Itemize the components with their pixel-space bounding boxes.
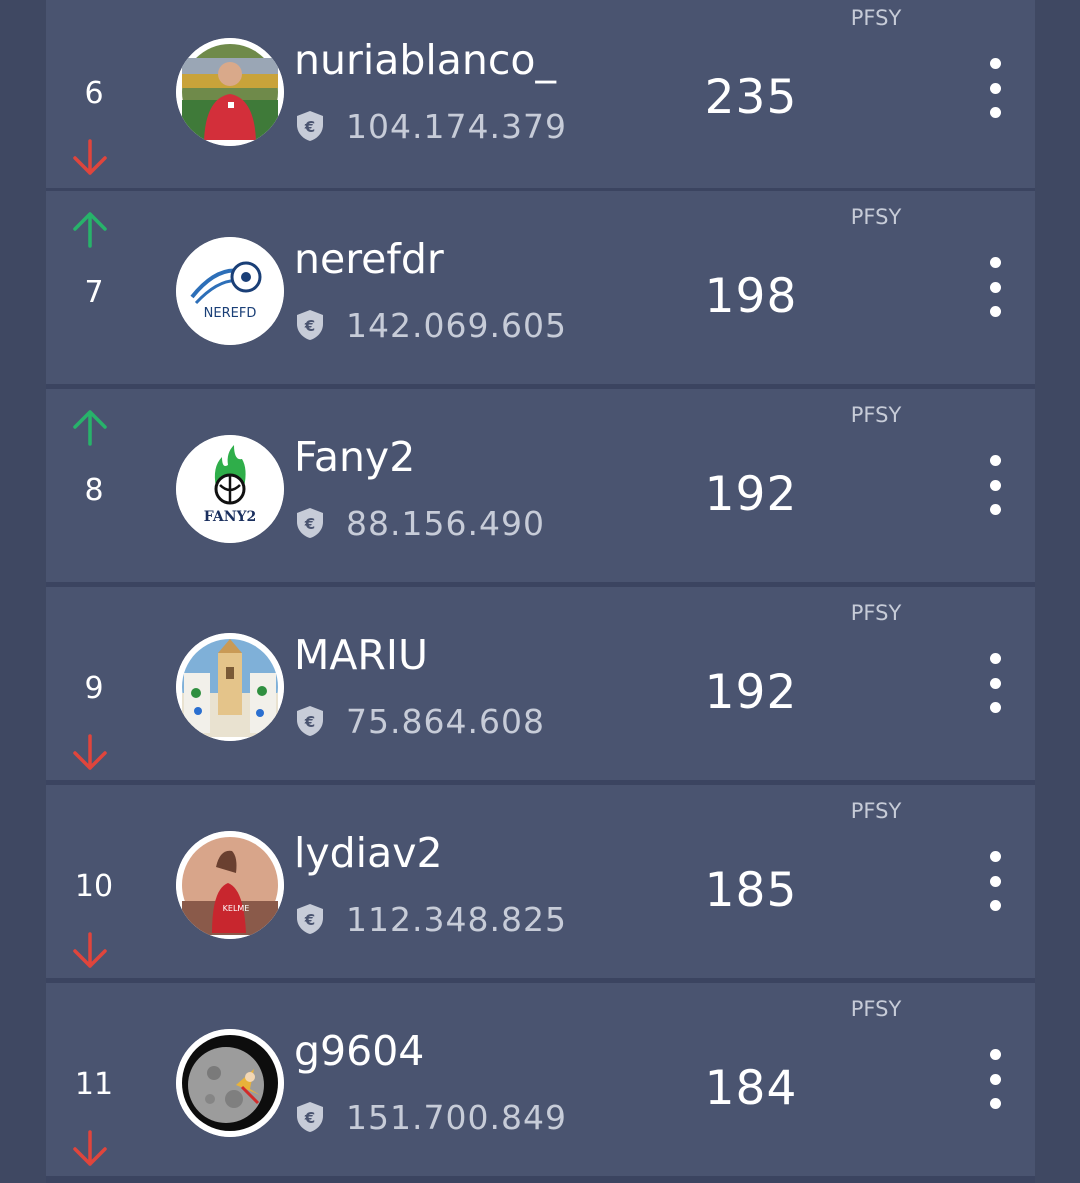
svg-text:€: € bbox=[304, 515, 315, 533]
team-value: € 75.864.608 bbox=[296, 701, 545, 741]
league-tag: PFSY bbox=[850, 205, 902, 229]
arrow-down-icon bbox=[73, 734, 107, 770]
user-avatar[interactable]: KELME bbox=[176, 831, 284, 939]
rank-number: 8 bbox=[84, 473, 104, 508]
svg-text:€: € bbox=[304, 713, 315, 731]
more-options-icon[interactable] bbox=[980, 455, 1010, 515]
more-options-icon[interactable] bbox=[980, 257, 1010, 317]
svg-text:€: € bbox=[304, 118, 315, 136]
user-avatar[interactable] bbox=[176, 1029, 284, 1137]
money-value: 75.864.608 bbox=[346, 701, 545, 741]
points-value: 185 bbox=[704, 863, 798, 918]
arrow-up-icon bbox=[73, 212, 107, 248]
more-options-icon[interactable] bbox=[980, 851, 1010, 911]
rank-number: 11 bbox=[74, 1067, 114, 1102]
username[interactable]: nerefdr bbox=[294, 235, 444, 283]
points-value: 192 bbox=[704, 467, 798, 522]
svg-text:€: € bbox=[304, 1109, 315, 1127]
league-tag: PFSY bbox=[850, 403, 902, 427]
rank-number: 10 bbox=[74, 869, 114, 904]
team-value: € 112.348.825 bbox=[296, 899, 567, 939]
money-value: 151.700.849 bbox=[346, 1097, 567, 1137]
team-value: € 88.156.490 bbox=[296, 503, 545, 543]
rank-number: 7 bbox=[84, 275, 104, 310]
username[interactable]: g9604 bbox=[294, 1027, 424, 1075]
ranking-row[interactable]: PFSY 7 NEREFD nerefdr € 142.069.605 198 bbox=[46, 191, 1035, 384]
username[interactable]: lydiav2 bbox=[294, 829, 443, 877]
ranking-row[interactable]: PFSY 6 nuriablanco_ € 104.174.379 235 bbox=[46, 0, 1035, 188]
money-value: 104.174.379 bbox=[346, 106, 567, 146]
ranking-list: PFSY 6 nuriablanco_ € 104.174.379 235 PF… bbox=[46, 0, 1035, 1183]
money-value: 112.348.825 bbox=[346, 899, 567, 939]
user-avatar[interactable]: NEREFD bbox=[176, 237, 284, 345]
euro-shield-icon: € bbox=[297, 508, 323, 538]
more-options-icon[interactable] bbox=[980, 58, 1010, 118]
user-avatar[interactable] bbox=[176, 38, 284, 146]
euro-shield-icon: € bbox=[297, 111, 323, 141]
money-value: 142.069.605 bbox=[346, 305, 567, 345]
league-tag: PFSY bbox=[850, 997, 902, 1021]
arrow-down-icon bbox=[73, 139, 107, 175]
euro-shield-icon: € bbox=[297, 310, 323, 340]
euro-shield-icon: € bbox=[297, 1102, 323, 1132]
arrow-up-icon bbox=[73, 410, 107, 446]
svg-text:FANY2: FANY2 bbox=[204, 509, 257, 525]
more-options-icon[interactable] bbox=[980, 1049, 1010, 1109]
league-tag: PFSY bbox=[850, 6, 902, 30]
rank-number: 9 bbox=[84, 671, 104, 706]
league-tag: PFSY bbox=[850, 799, 902, 823]
arrow-down-icon bbox=[73, 932, 107, 968]
leaderboard-page: PFSY 6 nuriablanco_ € 104.174.379 235 PF… bbox=[0, 0, 1080, 1183]
league-tag: PFSY bbox=[850, 601, 902, 625]
points-value: 184 bbox=[704, 1061, 798, 1116]
ranking-row[interactable]: PFSY 8 FANY2 Fany2 € 88.156.490 192 bbox=[46, 389, 1035, 582]
user-avatar[interactable]: FANY2 bbox=[176, 435, 284, 543]
money-value: 88.156.490 bbox=[346, 503, 545, 543]
svg-text:€: € bbox=[304, 317, 315, 335]
ranking-row[interactable]: PFSY 11 g9604 € 151.700.849 184 bbox=[46, 983, 1035, 1176]
points-value: 192 bbox=[704, 665, 798, 720]
euro-shield-icon: € bbox=[297, 706, 323, 736]
arrow-down-icon bbox=[73, 1130, 107, 1166]
team-value: € 142.069.605 bbox=[296, 305, 567, 345]
ranking-row[interactable]: PFSY 10 KELME lydiav2 € 112.348.825 185 bbox=[46, 785, 1035, 978]
username[interactable]: Fany2 bbox=[294, 433, 415, 481]
ranking-row[interactable]: PFSY 9 MARIU € 75.864.608 192 bbox=[46, 587, 1035, 780]
rank-number: 6 bbox=[84, 76, 104, 111]
svg-text:NEREFD: NEREFD bbox=[204, 306, 257, 321]
points-value: 235 bbox=[704, 70, 798, 125]
svg-text:KELME: KELME bbox=[223, 904, 250, 913]
euro-shield-icon: € bbox=[297, 904, 323, 934]
user-avatar[interactable] bbox=[176, 633, 284, 741]
username[interactable]: MARIU bbox=[294, 631, 428, 679]
points-value: 198 bbox=[704, 269, 798, 324]
more-options-icon[interactable] bbox=[980, 653, 1010, 713]
svg-text:€: € bbox=[304, 911, 315, 929]
username[interactable]: nuriablanco_ bbox=[294, 36, 556, 84]
team-value: € 151.700.849 bbox=[296, 1097, 567, 1137]
team-value: € 104.174.379 bbox=[296, 106, 567, 146]
